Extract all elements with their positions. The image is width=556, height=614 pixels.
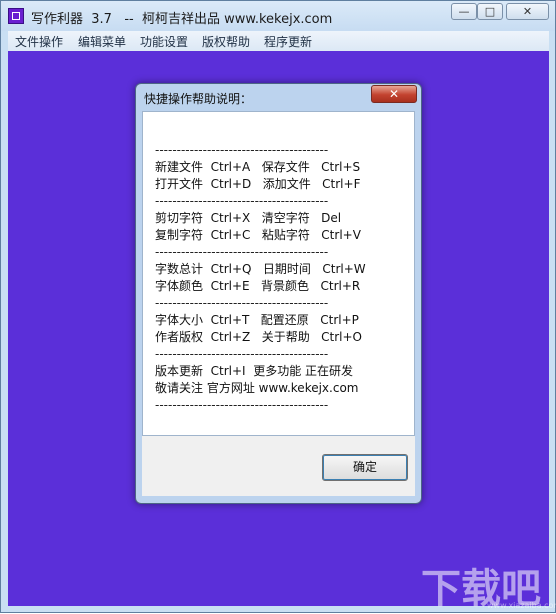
help-dialog: 快捷操作帮助说明： ✕ ----------------------------… xyxy=(135,83,422,504)
help-line: 字体颜色 Ctrl+E 背景颜色 Ctrl+R xyxy=(155,279,361,293)
watermark-url: www.xiazaiba.com xyxy=(487,601,556,610)
app-icon xyxy=(8,8,24,24)
maximize-button[interactable]: □ xyxy=(477,3,503,20)
separator: ---------------------------------------- xyxy=(155,398,329,412)
help-line: 字体大小 Ctrl+T 配置还原 Ctrl+P xyxy=(155,313,359,327)
close-button[interactable]: ✕ xyxy=(506,3,549,20)
title-bar: 写作利器 3.7 -- 柯柯吉祥出品 www.kekejx.com — □ ✕ xyxy=(1,1,555,31)
dialog-footer: 确定 xyxy=(142,436,415,496)
separator: ---------------------------------------- xyxy=(155,296,329,310)
separator: ---------------------------------------- xyxy=(155,194,329,208)
dialog-title: 快捷操作帮助说明： xyxy=(144,92,253,106)
minimize-button[interactable]: — xyxy=(451,3,477,20)
separator: ---------------------------------------- xyxy=(155,245,329,259)
menu-update[interactable]: 程序更新 xyxy=(264,33,312,50)
separator: ---------------------------------------- xyxy=(155,143,329,157)
help-line: 字数总计 Ctrl+Q 日期时间 Ctrl+W xyxy=(155,262,366,276)
main-window: 写作利器 3.7 -- 柯柯吉祥出品 www.kekejx.com — □ ✕ … xyxy=(0,0,556,613)
help-line: 版本更新 Ctrl+I 更多功能 正在研发 xyxy=(155,364,354,378)
help-line: 打开文件 Ctrl+D 添加文件 Ctrl+F xyxy=(155,177,361,191)
menu-bar: 文件操作 编辑菜单 功能设置 版权帮助 程序更新 xyxy=(8,31,549,51)
dialog-close-button[interactable]: ✕ xyxy=(371,85,417,103)
separator: ---------------------------------------- xyxy=(155,347,329,361)
help-text-area: ----------------------------------------… xyxy=(142,111,415,436)
help-line: 新建文件 Ctrl+A 保存文件 Ctrl+S xyxy=(155,160,361,174)
menu-edit[interactable]: 编辑菜单 xyxy=(78,33,126,50)
menu-file[interactable]: 文件操作 xyxy=(15,33,63,50)
help-line: 作者版权 Ctrl+Z 关于帮助 Ctrl+O xyxy=(155,330,362,344)
menu-help[interactable]: 版权帮助 xyxy=(202,33,250,50)
ok-button[interactable]: 确定 xyxy=(322,454,408,481)
window-title: 写作利器 3.7 -- 柯柯吉祥出品 www.kekejx.com xyxy=(31,12,333,27)
menu-settings[interactable]: 功能设置 xyxy=(140,33,188,50)
help-line: 复制字符 Ctrl+C 粘贴字符 Ctrl+V xyxy=(155,228,361,242)
help-line: 敬请关注 官方网址 www.kekejx.com xyxy=(155,381,359,395)
help-line: 剪切字符 Ctrl+X 清空字符 Del xyxy=(155,211,342,225)
